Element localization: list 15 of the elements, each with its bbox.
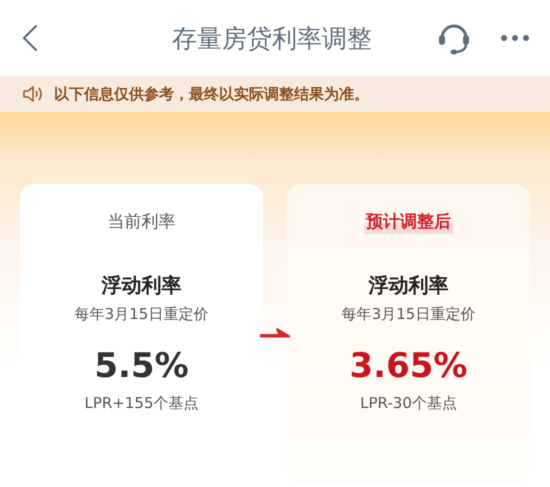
- back-icon[interactable]: [22, 24, 38, 52]
- rate-basis: LPR+155个基点: [84, 394, 199, 413]
- rate-type: 浮动利率: [368, 272, 448, 299]
- rate-type: 浮动利率: [102, 272, 182, 299]
- rate-basis: LPR-30个基点: [360, 394, 457, 413]
- rate-value: 3.65%: [350, 346, 468, 386]
- reprice-note: 每年3月15日重定价: [74, 305, 208, 324]
- notice-text: 以下信息仅供参考，最终以实际调整结果为准。: [54, 84, 369, 104]
- speaker-icon: [22, 84, 44, 104]
- more-icon[interactable]: [500, 34, 530, 42]
- card-heading: 预计调整后: [364, 210, 453, 234]
- rate-value: 5.5%: [94, 346, 189, 386]
- page-title: 存量房贷利率调整: [171, 22, 373, 54]
- reprice-note: 每年3月15日重定价: [342, 305, 476, 324]
- card-heading: 当前利率: [106, 211, 176, 234]
